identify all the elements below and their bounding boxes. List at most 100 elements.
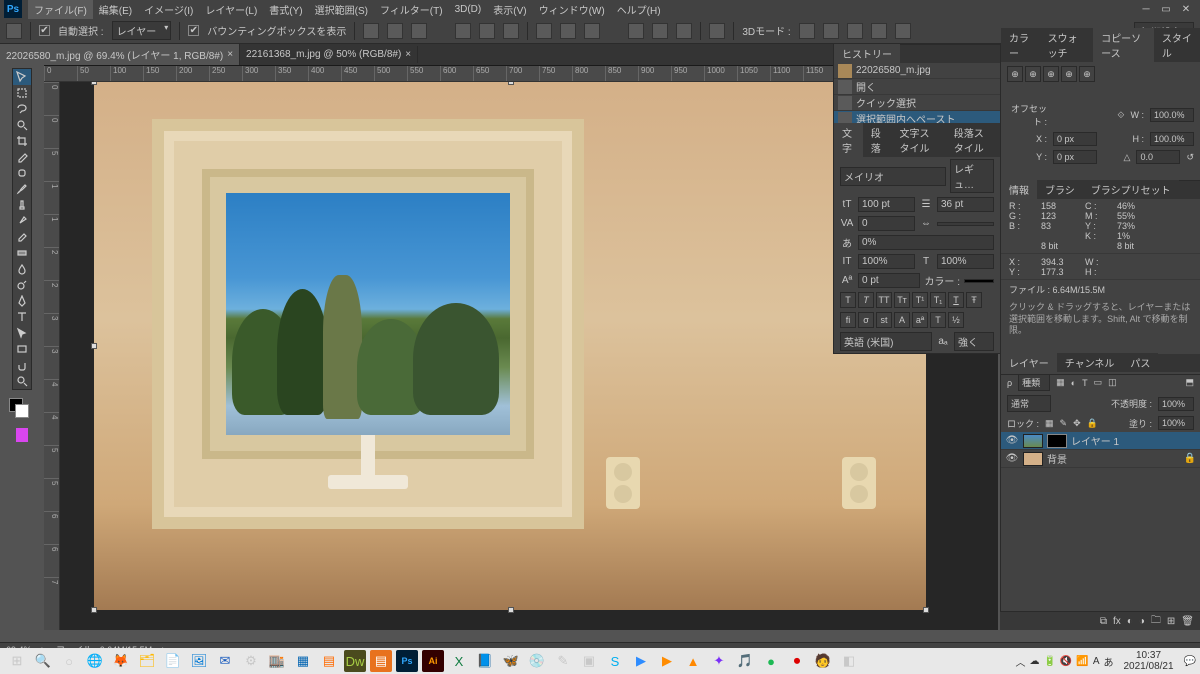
hscale-field[interactable]: 100%	[937, 254, 994, 269]
store-icon[interactable]: 🏬	[266, 650, 288, 672]
w-field[interactable]: 100.0%	[1150, 108, 1194, 122]
app-icon-1[interactable]: ▦	[292, 650, 314, 672]
distribute-icon-1[interactable]	[536, 23, 552, 39]
distribute-icon-2[interactable]	[560, 23, 576, 39]
minimize-button[interactable]: ─	[1136, 1, 1156, 17]
app-icon-8[interactable]: ✦	[708, 650, 730, 672]
h-field[interactable]: 100.0%	[1150, 132, 1194, 146]
menu-edit[interactable]: 編集(E)	[93, 0, 138, 19]
gradient-tool[interactable]	[13, 245, 31, 261]
distribute-icon-6[interactable]	[676, 23, 692, 39]
quick-select-tool[interactable]	[13, 117, 31, 133]
lock-paint-icon[interactable]: ✎	[1060, 418, 1068, 429]
notepad-icon[interactable]: 📄	[162, 650, 184, 672]
menu-3d[interactable]: 3D(D)	[449, 2, 488, 17]
italic-button[interactable]: T	[858, 292, 874, 308]
visibility-toggle-bg[interactable]: 👁	[1005, 453, 1019, 464]
auto-select-dropdown[interactable]: レイヤー	[112, 21, 172, 40]
font-size-field[interactable]: 100 pt	[858, 197, 915, 212]
tray-chevron-icon[interactable]: ︿	[1015, 654, 1025, 669]
source-1-button[interactable]: ⊕	[1007, 66, 1023, 82]
strike-button[interactable]: Ŧ	[966, 292, 982, 308]
pen-tool[interactable]	[13, 293, 31, 309]
layer-kind-dropdown[interactable]: 種類	[1018, 374, 1050, 391]
document-canvas[interactable]	[94, 82, 926, 610]
oldstyle-button[interactable]: σ	[858, 312, 874, 328]
close-button[interactable]: ✕	[1176, 1, 1196, 17]
align-icon-3[interactable]	[411, 23, 427, 39]
orbit-icon[interactable]	[799, 23, 815, 39]
smallcaps-button[interactable]: Tᴛ	[894, 292, 910, 308]
filter-shape-icon[interactable]: ▭	[1094, 377, 1103, 388]
clock[interactable]: 10:37 2021/08/21	[1123, 650, 1173, 672]
menu-filter[interactable]: フィルター(T)	[374, 0, 449, 19]
lock-trans-icon[interactable]: ▦	[1045, 418, 1054, 429]
app-icon-5[interactable]: 💿	[526, 650, 548, 672]
roll-icon[interactable]	[823, 23, 839, 39]
shape-tool[interactable]	[13, 341, 31, 357]
brush-tool[interactable]	[13, 181, 31, 197]
history-source[interactable]: 22026580_m.jpg	[834, 63, 1000, 79]
swash-button[interactable]: T	[930, 312, 946, 328]
tray-wifi-icon[interactable]: 📶	[1076, 656, 1088, 667]
x-field[interactable]: 0 px	[1053, 132, 1097, 146]
eyedropper-tool[interactable]	[13, 149, 31, 165]
link-icon[interactable]: ⟐	[1117, 110, 1124, 121]
vscale-field[interactable]: 100%	[858, 254, 915, 269]
filter-type-icon[interactable]: T	[1082, 378, 1088, 388]
group-icon[interactable]: 🗀	[1151, 613, 1161, 630]
menu-window[interactable]: ウィンドウ(W)	[533, 0, 611, 19]
align-icon-1[interactable]	[363, 23, 379, 39]
menu-select[interactable]: 選択範囲(S)	[309, 0, 374, 19]
underline-button[interactable]: T	[948, 292, 964, 308]
path-select-tool[interactable]	[13, 325, 31, 341]
app-icon-10[interactable]: ●	[760, 650, 782, 672]
app-icon-7[interactable]: ▣	[578, 650, 600, 672]
menu-file[interactable]: ファイル(F)	[28, 0, 93, 19]
tray-volume-icon[interactable]: 🔇	[1060, 656, 1072, 667]
tray-battery-icon[interactable]: 🔋	[1043, 656, 1055, 667]
info-tab[interactable]: 情報	[1001, 180, 1037, 199]
source-2-button[interactable]: ⊕	[1025, 66, 1041, 82]
align-icon-5[interactable]	[479, 23, 495, 39]
source-5-button[interactable]: ⊕	[1079, 66, 1095, 82]
tsume-field[interactable]: 0%	[858, 235, 994, 250]
auto-select-checkbox[interactable]: ✔	[39, 25, 50, 36]
sublime-icon[interactable]: ▤	[370, 650, 392, 672]
copy-source-tab[interactable]: コピーソース	[1093, 28, 1154, 62]
aa-field[interactable]: 強く	[954, 332, 994, 351]
stamp-tool[interactable]	[13, 197, 31, 213]
settings-icon[interactable]: ⚙	[240, 650, 262, 672]
layer-name-1[interactable]: レイヤー 1	[1071, 433, 1119, 448]
close-tab-2-icon[interactable]: ×	[405, 49, 411, 60]
blur-tool[interactable]	[13, 261, 31, 277]
filter-adjust-icon[interactable]: ◐	[1071, 378, 1076, 388]
layer-name-bg[interactable]: 背景	[1047, 451, 1067, 466]
zoom-icon[interactable]: ▶	[630, 650, 652, 672]
menu-help[interactable]: ヘルプ(H)	[611, 0, 667, 19]
brush-preset-tab[interactable]: ブラシプリセット	[1083, 180, 1179, 199]
ordinals-button[interactable]: aª	[912, 312, 928, 328]
type-tool[interactable]	[13, 309, 31, 325]
lock-pos-icon[interactable]: ✥	[1073, 418, 1081, 429]
auto-align-icon[interactable]	[709, 23, 725, 39]
distribute-icon-3[interactable]	[584, 23, 600, 39]
app-icon-11[interactable]: 🧑	[812, 650, 834, 672]
chrome-icon[interactable]: 🌐	[84, 650, 106, 672]
subscript-button[interactable]: T₁	[930, 292, 946, 308]
background-color[interactable]	[15, 404, 29, 418]
photoshop-icon[interactable]: Ps	[396, 650, 418, 672]
source-4-button[interactable]: ⊕	[1061, 66, 1077, 82]
app-icon-12[interactable]: ◧	[838, 650, 860, 672]
color-tab[interactable]: カラー	[1001, 28, 1040, 62]
filter-smart-icon[interactable]: ◫	[1108, 377, 1117, 388]
new-layer-icon[interactable]: ⊞	[1167, 616, 1175, 627]
layers-tab[interactable]: レイヤー	[1001, 353, 1057, 372]
outlook-icon[interactable]: ✉	[214, 650, 236, 672]
bounding-box-checkbox[interactable]: ✔	[188, 25, 199, 36]
healing-tool[interactable]	[13, 165, 31, 181]
notifications-icon[interactable]: 💬	[1184, 656, 1196, 667]
layer-thumb-1[interactable]	[1023, 434, 1043, 448]
hand-tool[interactable]	[13, 357, 31, 373]
layer-item-1[interactable]: 👁 レイヤー 1	[1001, 432, 1200, 450]
